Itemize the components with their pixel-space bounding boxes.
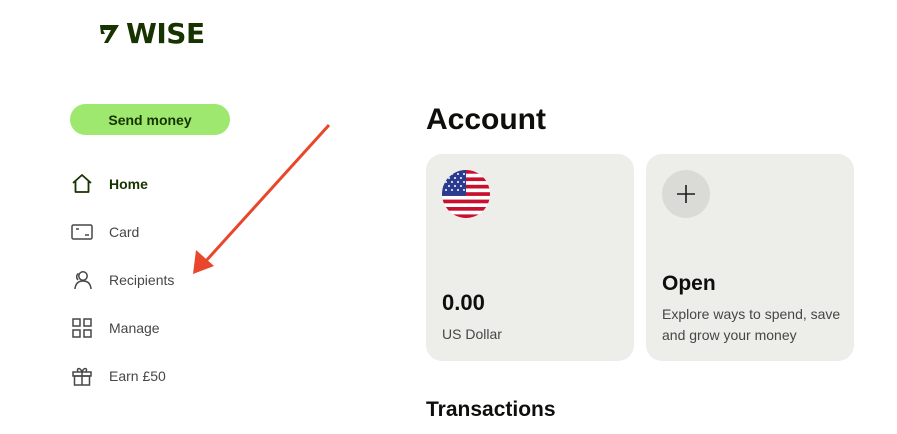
open-card-description: Explore ways to spend, save and grow you… xyxy=(662,306,841,343)
sidebar-item-label: Manage xyxy=(109,320,160,336)
recipients-icon xyxy=(70,268,94,292)
sidebar-item-card[interactable]: Card xyxy=(70,208,174,256)
sidebar-item-manage[interactable]: Manage xyxy=(70,304,174,352)
plus-icon xyxy=(662,170,710,218)
sidebar-item-label: Earn £50 xyxy=(109,368,166,384)
sidebar-item-label: Home xyxy=(109,176,148,192)
wise-flag-logo-icon xyxy=(100,25,119,43)
open-balance-card[interactable]: Open Explore ways to spend, save and gro… xyxy=(646,154,854,361)
home-icon xyxy=(70,172,94,196)
transactions-heading: Transactions xyxy=(426,398,556,421)
logo-wordmark: WISE xyxy=(126,17,205,50)
sidebar-item-earn[interactable]: Earn £50 xyxy=(70,352,174,400)
balance-amount: 0.00 xyxy=(442,290,485,315)
card-icon xyxy=(70,220,94,244)
us-flag-icon xyxy=(442,170,490,218)
sidebar-item-label: Recipients xyxy=(109,272,175,288)
sidebar-nav: Home Card Recipients Manage Earn £50 xyxy=(70,160,174,400)
gift-icon xyxy=(70,364,94,388)
usd-balance-card[interactable]: 0.00 US Dollar xyxy=(426,154,634,361)
open-card-title: Open xyxy=(662,272,716,295)
sidebar-item-home[interactable]: Home xyxy=(70,160,174,208)
currency-name: US Dollar xyxy=(442,326,502,342)
wise-logo[interactable]: WISE xyxy=(98,18,205,50)
sidebar-item-label: Card xyxy=(109,224,140,240)
sidebar-item-recipients[interactable]: Recipients xyxy=(70,256,174,304)
manage-grid-icon xyxy=(70,316,94,340)
send-money-button[interactable]: Send money xyxy=(70,104,230,135)
page-title: Account xyxy=(426,103,546,136)
